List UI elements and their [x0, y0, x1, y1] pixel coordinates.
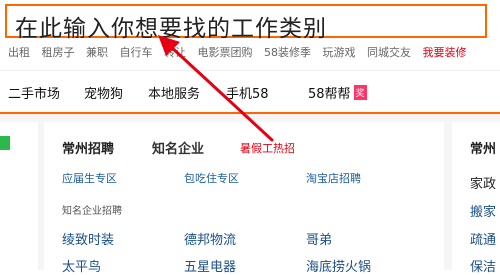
annotation-arrow-icon	[158, 35, 274, 142]
